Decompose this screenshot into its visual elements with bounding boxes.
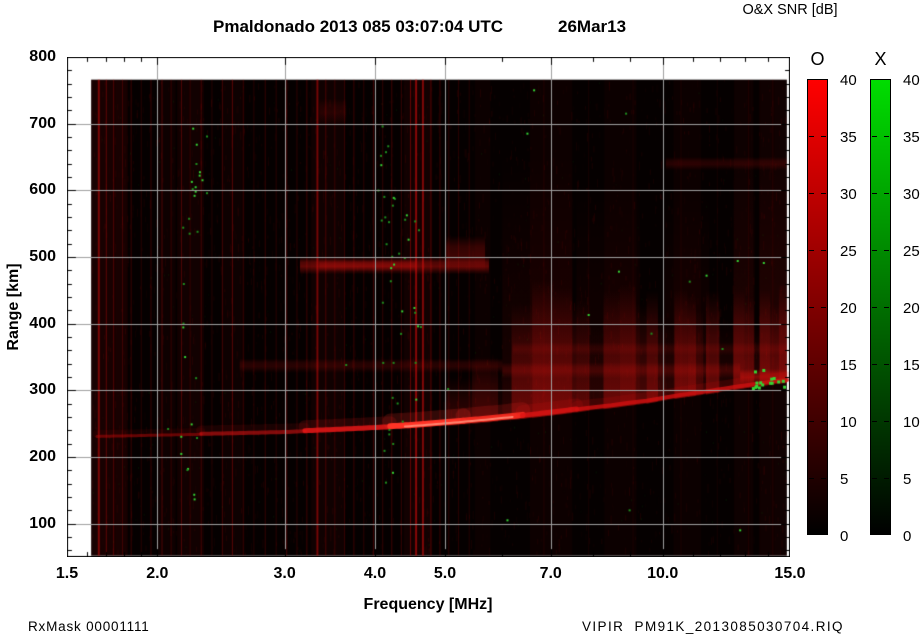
colorbar-tick-label: 35 bbox=[840, 129, 857, 146]
colorbar-tick-dash bbox=[821, 193, 826, 194]
y-tick-label: 400 bbox=[29, 314, 56, 332]
colorbar-tick-label: 25 bbox=[840, 243, 857, 260]
x-tick-label: 3.0 bbox=[273, 565, 296, 582]
colorbar-tick-dash bbox=[809, 193, 814, 194]
colorbar-tick-dash bbox=[809, 364, 814, 365]
colorbar-tick-label: 20 bbox=[840, 300, 857, 317]
colorbar-tick-label: 0 bbox=[840, 528, 849, 545]
colorbar-tick-dash bbox=[821, 364, 826, 365]
colorbar-tick-dash bbox=[809, 421, 814, 422]
colorbar-tick-dash bbox=[884, 478, 889, 479]
colorbar-header: O&X SNR [dB] bbox=[742, 2, 838, 18]
colorbar-tick-dash bbox=[821, 421, 826, 422]
colorbar-tick-dash bbox=[884, 364, 889, 365]
colorbar-tick-dash bbox=[884, 250, 889, 251]
colorbar-tick-label: 5 bbox=[903, 471, 912, 488]
colorbar-tick-dash bbox=[821, 478, 826, 479]
colorbar-tick-label: 10 bbox=[840, 414, 857, 431]
page-title: Pmaldonado 2013 085 03:07:04 UTC bbox=[213, 17, 504, 36]
footer-rxmask: RxMask 00001111 bbox=[28, 619, 150, 634]
colorbar-tick-label: 5 bbox=[840, 471, 849, 488]
y-axis-title: Range [km] bbox=[5, 263, 22, 351]
colorbar-tick-label: 30 bbox=[903, 186, 920, 203]
ionogram-app: Pmaldonado 2013 085 03:07:04 UTC 26Mar13… bbox=[0, 0, 922, 636]
y-tick-label: 700 bbox=[29, 114, 56, 132]
colorbar-tick-label: 15 bbox=[840, 357, 857, 374]
colorbar-tick-dash bbox=[821, 136, 826, 137]
y-tick-label: 500 bbox=[29, 248, 56, 265]
y-tick-label: 800 bbox=[29, 48, 56, 65]
colorbar-mode-label: O bbox=[810, 49, 825, 69]
colorbar-tick-label: 15 bbox=[903, 357, 920, 374]
colorbar-tick-label: 10 bbox=[903, 414, 920, 431]
x-axis-title: Frequency [MHz] bbox=[363, 596, 493, 613]
colorbar-tick-dash bbox=[872, 307, 877, 308]
colorbar-tick-dash bbox=[872, 478, 877, 479]
y-tick-label: 200 bbox=[29, 448, 56, 465]
colorbar-tick-dash bbox=[884, 307, 889, 308]
y-tick-label: 100 bbox=[29, 514, 56, 532]
x-tick-label: 10.0 bbox=[647, 565, 679, 582]
x-tick-label: 15.0 bbox=[774, 565, 806, 582]
ionogram-plot bbox=[67, 57, 790, 557]
colorbar-tick-label: 0 bbox=[903, 528, 912, 545]
title-date: 26Mar13 bbox=[558, 17, 627, 36]
colorbar-tick-dash bbox=[809, 478, 814, 479]
colorbar-tick-dash bbox=[872, 136, 877, 137]
colorbar-tick-dash bbox=[809, 250, 814, 251]
y-tick-label: 600 bbox=[29, 181, 56, 199]
footer-filename: VIPIR PM91K_2013085030704.RIQ bbox=[582, 619, 844, 634]
colorbar-tick-dash bbox=[872, 364, 877, 365]
colorbar-tick-dash bbox=[821, 307, 826, 308]
x-tick-label: 2.0 bbox=[146, 565, 169, 582]
colorbar-tick-label: 25 bbox=[903, 243, 920, 260]
colorbar-tick-label: 30 bbox=[840, 186, 857, 203]
colorbar-tick-dash bbox=[872, 193, 877, 194]
x-tick-label: 5.0 bbox=[433, 565, 457, 582]
x-tick-label: 7.0 bbox=[539, 565, 562, 582]
colorbar-tick-dash bbox=[884, 136, 889, 137]
y-tick-label: 300 bbox=[29, 381, 56, 399]
colorbar-tick-dash bbox=[821, 250, 826, 251]
x-tick-label: 1.5 bbox=[55, 565, 79, 582]
colorbar-tick-label: 40 bbox=[903, 72, 920, 89]
colorbar-tick-label: 40 bbox=[840, 72, 857, 89]
colorbar-tick-label: 35 bbox=[903, 129, 920, 146]
colorbar-tick-dash bbox=[872, 250, 877, 251]
colorbar-tick-dash bbox=[809, 307, 814, 308]
colorbar-tick-dash bbox=[884, 421, 889, 422]
colorbar-tick-label: 20 bbox=[903, 300, 920, 317]
x-tick-label: 4.0 bbox=[363, 565, 387, 582]
colorbar-mode-label: X bbox=[874, 49, 887, 69]
colorbar-tick-dash bbox=[809, 136, 814, 137]
colorbar-tick-dash bbox=[872, 421, 877, 422]
colorbar-tick-dash bbox=[884, 193, 889, 194]
